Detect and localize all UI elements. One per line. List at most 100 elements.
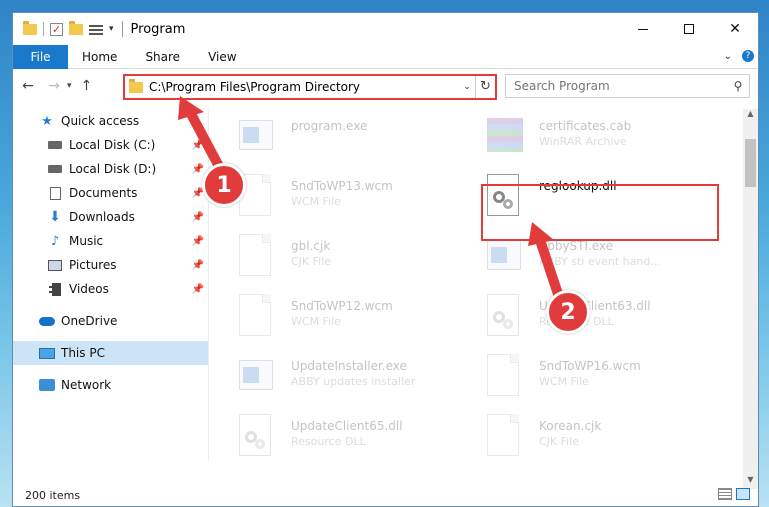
scroll-up-icon[interactable]: ▲ (743, 109, 758, 123)
maximize-button[interactable] (666, 13, 712, 45)
customize-toolbar-icon[interactable] (89, 23, 103, 35)
close-icon: ✕ (729, 21, 741, 37)
sidebar-item-quick-access[interactable]: ★ Quick access (13, 109, 208, 133)
sidebar-item-downloads[interactable]: ⬇ Downloads 📌 (13, 205, 208, 229)
recent-locations-chevron-icon[interactable]: ▾ (67, 81, 72, 91)
sidebar-item-label: This PC (61, 346, 105, 360)
list-item[interactable]: gbl.cjk CJK File (211, 229, 461, 287)
scroll-thumb[interactable] (745, 139, 756, 187)
chevron-down-icon[interactable]: ⌄ (459, 82, 475, 92)
tab-file[interactable]: File (13, 44, 68, 69)
sidebar-item-label: OneDrive (61, 314, 118, 328)
list-item[interactable]: Korean.cjk CJK File (459, 409, 709, 461)
sidebar-item-music[interactable]: ♪ Music 📌 (13, 229, 208, 253)
step-1-badge: 1 (202, 163, 246, 207)
list-item[interactable]: certificates.cab WinRAR Archive (459, 109, 709, 167)
dll-gear-icon (487, 294, 525, 338)
sidebar-item-label: Downloads (69, 210, 135, 224)
file-name: gbl.cjk (291, 239, 331, 253)
pin-icon[interactable]: 📌 (192, 164, 204, 175)
step-2-badge: 2 (546, 290, 590, 334)
search-icon[interactable]: ⚲ (727, 79, 749, 93)
list-item[interactable]: SndToWP12.wcm WCM File (211, 289, 461, 347)
file-type: WCM File (539, 375, 589, 388)
new-folder-icon[interactable] (69, 20, 83, 35)
network-icon (39, 378, 55, 392)
pin-icon[interactable]: 📌 (192, 236, 204, 247)
file-name: AbbySTI.exe (539, 239, 614, 253)
close-button[interactable]: ✕ (712, 13, 758, 45)
sidebar-item-label: Local Disk (C:) (69, 138, 156, 152)
this-pc-icon (39, 346, 55, 360)
sidebar-item-network[interactable]: Network (13, 373, 208, 397)
pin-icon[interactable]: 📌 (192, 260, 204, 271)
tiles-view-icon[interactable] (736, 488, 750, 500)
list-item[interactable]: SndToWP13.wcm WCM File (211, 169, 461, 227)
folder-icon (23, 20, 37, 35)
pin-icon[interactable]: 📌 (192, 284, 204, 295)
search-input[interactable] (514, 79, 727, 93)
list-item[interactable]: UpdateClient65.dll Resource DLL (211, 409, 461, 461)
help-icon[interactable]: ? (742, 50, 754, 62)
quick-access-toolbar: ✓ ▾ (23, 20, 114, 36)
search-box[interactable]: ⚲ (505, 74, 750, 98)
ribbon-tabs: File Home Share View ⌄ ? (13, 44, 758, 69)
tab-home[interactable]: Home (68, 45, 131, 69)
minimize-button[interactable] (620, 13, 666, 45)
dll-gear-icon (239, 414, 277, 458)
document-icon (239, 234, 277, 278)
explorer-window: ✓ ▾ Program ✕ File Home Share View ⌄ ? ←… (12, 12, 759, 507)
file-name: certificates.cab (539, 119, 632, 133)
downloads-icon: ⬇ (49, 209, 61, 225)
file-name: SndToWP12.wcm (291, 299, 393, 313)
vertical-scrollbar[interactable]: ▲ ▼ (743, 109, 758, 489)
forward-button[interactable]: → (43, 78, 65, 94)
exe-icon (239, 114, 277, 158)
sidebar-item-label: Network (61, 378, 112, 392)
cab-icon (487, 114, 525, 158)
details-view-icon[interactable] (718, 488, 732, 500)
sidebar-item-label: Quick access (61, 114, 140, 128)
file-type: Resource DLL (291, 435, 366, 448)
refresh-icon[interactable]: ↻ (475, 76, 495, 98)
pin-icon[interactable]: 📌 (192, 212, 204, 223)
file-name: program.exe (291, 119, 368, 133)
properties-check-icon[interactable]: ✓ (50, 22, 63, 36)
sidebar-item-local-disk-d[interactable]: Local Disk (D:) 📌 (13, 157, 208, 181)
folder-icon (129, 78, 143, 93)
toolbar-divider (43, 22, 44, 36)
back-button[interactable]: ← (17, 78, 39, 94)
address-bar[interactable]: C:\Program Files\Program Directory ⌄ ↻ (123, 74, 497, 100)
sidebar-item-this-pc[interactable]: This PC (13, 341, 208, 365)
chevron-down-icon[interactable]: ⌄ (724, 51, 732, 62)
file-type: CJK File (539, 435, 580, 448)
title-divider (121, 21, 123, 37)
address-path[interactable]: C:\Program Files\Program Directory (149, 80, 459, 94)
list-item[interactable]: UpdateInstaller.exe ABBY updates installe… (211, 349, 461, 407)
list-item[interactable]: SndToWP16.wcm WCM File (459, 349, 709, 407)
sidebar-item-local-disk-c[interactable]: Local Disk (C:) 📌 (13, 133, 208, 157)
pin-icon[interactable]: 📌 (192, 140, 204, 151)
file-highlight-box (481, 184, 719, 241)
navigation-bar: ← → ▾ ↑ C:\Program Files\Program Directo… (13, 71, 758, 101)
file-name: SndToWP16.wcm (539, 359, 641, 373)
title-bar: ✓ ▾ Program ✕ (13, 13, 758, 45)
sidebar-item-pictures[interactable]: Pictures 📌 (13, 253, 208, 277)
list-item[interactable]: program.exe (211, 109, 461, 167)
view-switcher (718, 488, 750, 500)
sidebar-item-label: Documents (69, 186, 138, 200)
star-icon: ★ (41, 113, 53, 129)
file-list: program.exe certificates.cab WinRAR Archi… (211, 109, 745, 461)
tab-view[interactable]: View (194, 45, 250, 69)
document-icon (487, 354, 525, 398)
file-name: Korean.cjk (539, 419, 602, 433)
window-controls: ✕ (620, 13, 758, 45)
sidebar-item-videos[interactable]: Videos 📌 (13, 277, 208, 301)
tab-share[interactable]: Share (131, 45, 194, 69)
pictures-icon (47, 258, 63, 272)
chevron-down-icon[interactable]: ▾ (109, 24, 114, 34)
sidebar-item-onedrive[interactable]: OneDrive (13, 309, 208, 333)
sidebar-item-documents[interactable]: Documents 📌 (13, 181, 208, 205)
up-button[interactable]: ↑ (76, 78, 98, 94)
document-icon (239, 294, 277, 338)
